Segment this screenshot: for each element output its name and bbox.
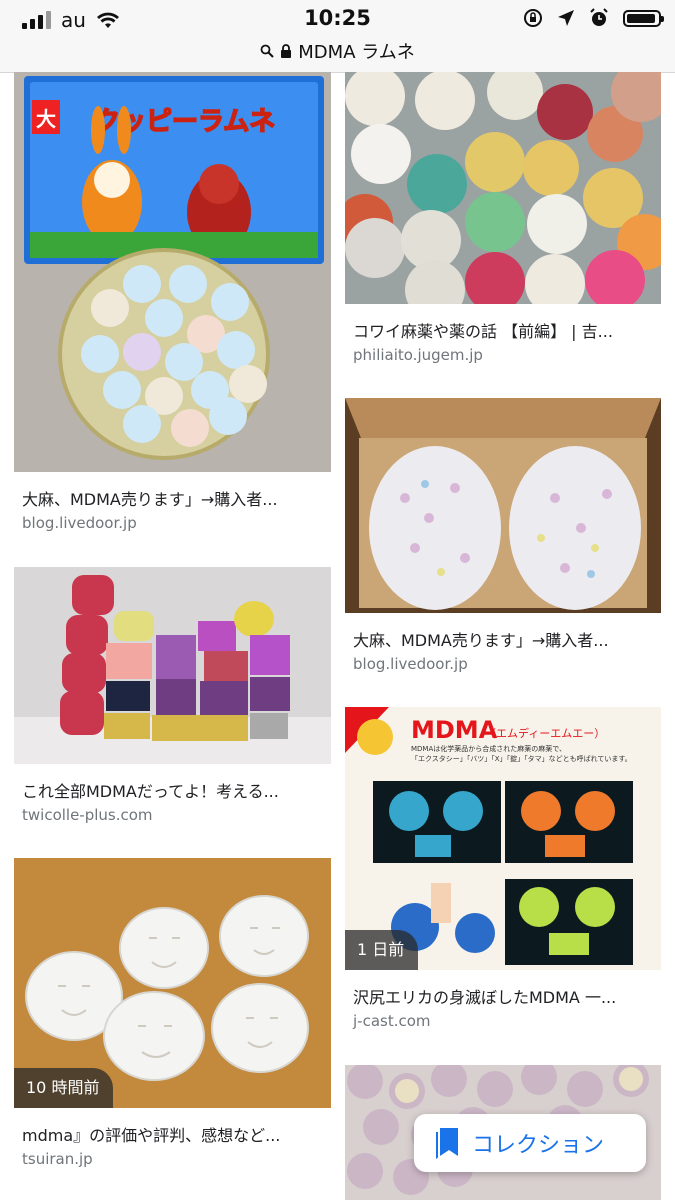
result-domain: tsuiran.jp — [22, 1150, 93, 1168]
result-card[interactable]: 10 時間前 mdma』の評価や評判、感想など... tsuiran.jp — [14, 858, 331, 1170]
search-icon — [260, 44, 274, 58]
result-domain: blog.livedoor.jp — [353, 655, 468, 673]
result-thumbnail[interactable] — [345, 72, 661, 304]
result-card[interactable]: コワイ麻薬や薬の話 【前編】 | 吉... philiaito.jugem.jp — [345, 72, 661, 372]
result-domain: philiaito.jugem.jp — [353, 346, 483, 364]
time-badge: 10 時間前 — [14, 1068, 114, 1108]
result-card[interactable]: MDMA （エムディーエムエー） MDMAは化学薬品から合成された麻薬の麻薬で、… — [345, 707, 661, 1033]
result-thumbnail[interactable]: 10 時間前 — [14, 858, 331, 1108]
result-card[interactable]: 大 クッピーラムネ 大麻、MDMA売ります」→購入者... blog.lived… — [14, 72, 331, 540]
result-card[interactable]: これ全部MDMAだってよ！考える... twicolle-plus.com — [14, 567, 331, 831]
address-query: MDMA ラムネ — [298, 42, 415, 63]
address-bar[interactable]: MDMA ラムネ — [0, 38, 675, 64]
result-title[interactable]: 大麻、MDMA売ります」→購入者... — [22, 486, 278, 510]
time-badge: 1 日前 — [345, 930, 419, 970]
result-card[interactable]: 大麻、MDMA売ります」→購入者... blog.livedoor.jp — [345, 398, 661, 678]
result-title[interactable]: 沢尻エリカの身滅ぼしたMDMA 一... — [353, 984, 616, 1008]
mdma-subheading: （エムディーエムエー） — [485, 726, 605, 740]
result-domain: j-cast.com — [353, 1012, 431, 1030]
result-title[interactable]: これ全部MDMAだってよ！考える... — [22, 778, 279, 802]
collection-label: コレクション — [472, 1133, 605, 1158]
result-thumbnail[interactable] — [345, 398, 661, 613]
result-thumbnail[interactable] — [14, 567, 331, 764]
lock-icon — [281, 43, 292, 58]
result-title[interactable]: 大麻、MDMA売ります」→購入者... — [353, 627, 609, 651]
battery-icon — [623, 9, 664, 27]
result-title[interactable]: コワイ麻薬や薬の話 【前編】 | 吉... — [353, 318, 613, 342]
result-domain: blog.livedoor.jp — [22, 514, 137, 532]
location-icon — [558, 10, 574, 26]
bookmark-collection-icon — [436, 1128, 458, 1159]
mdma-description-line1: MDMAは化学薬品から合成された麻薬の麻薬で、 — [411, 744, 566, 753]
result-title[interactable]: mdma』の評価や評判、感想など... — [22, 1122, 280, 1146]
mdma-description-line2: 「エクスタシー」「バツ」「X」「錠」「タマ」などとも呼ばれています。 — [411, 754, 632, 763]
rotation-lock-icon — [524, 9, 542, 27]
result-thumbnail[interactable]: 大 クッピーラムネ — [14, 72, 331, 472]
alarm-icon — [590, 8, 608, 26]
result-domain: twicolle-plus.com — [22, 806, 153, 824]
status-bar: au 10:25 MDMA ラムネ — [0, 0, 675, 73]
ramune-badge-text: 大 — [36, 107, 56, 131]
result-thumbnail[interactable]: MDMA （エムディーエムエー） MDMAは化学薬品から合成された麻薬の麻薬で、… — [345, 707, 661, 970]
collection-button[interactable]: コレクション — [414, 1114, 646, 1172]
